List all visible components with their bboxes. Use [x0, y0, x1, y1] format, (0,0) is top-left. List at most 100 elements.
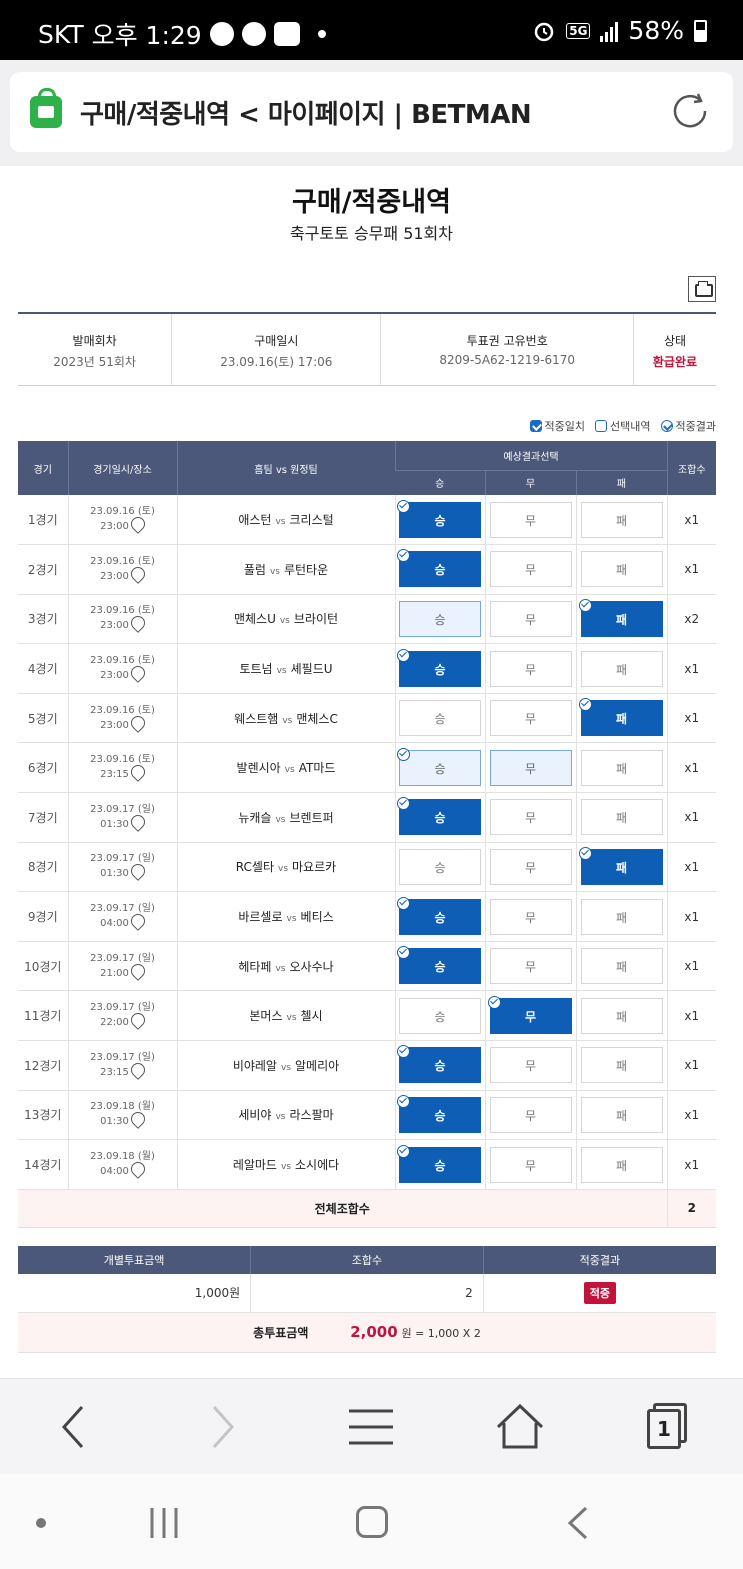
pick-label: 무 — [524, 1158, 537, 1173]
pick-button-draw[interactable]: 무 — [489, 501, 572, 538]
pick-button-draw[interactable]: 무 — [487, 995, 572, 1034]
combo-count: x1 — [666, 941, 716, 992]
recent-apps-icon[interactable] — [146, 1506, 182, 1540]
pick-button-loss[interactable]: 패 — [578, 598, 663, 637]
back-icon[interactable] — [48, 1401, 100, 1453]
away-team: 크리스털 — [289, 513, 334, 528]
pick-button-loss[interactable]: 패 — [580, 898, 663, 935]
pick-button-win[interactable]: 승 — [399, 997, 481, 1034]
combo-count: x1 — [666, 842, 716, 893]
pick-button-loss[interactable]: 패 — [580, 501, 663, 538]
check-circle-icon — [397, 747, 410, 761]
pick-button-draw[interactable]: 무 — [489, 1146, 572, 1183]
pick-button-draw[interactable]: 무 — [489, 600, 572, 637]
pick-button-win[interactable]: 승 — [399, 600, 481, 637]
game-rows: 1경기 23.09.16 (토) 23:00 애스턴 vs 크리스털 승 무 패 x1 2경기 23.… — [18, 495, 716, 1228]
pick-label: 패 — [615, 1158, 628, 1173]
pick-button-loss[interactable]: 패 — [580, 1146, 663, 1183]
print-button[interactable] — [688, 276, 716, 302]
pick-button-loss[interactable]: 패 — [580, 650, 663, 687]
pick-button-win[interactable]: 승 — [399, 700, 481, 737]
pick-button-win[interactable]: 승 — [397, 1144, 481, 1183]
pick-label: 패 — [615, 761, 628, 776]
pick-button-draw[interactable]: 무 — [489, 1047, 572, 1084]
pick-cell-draw: 무 — [484, 941, 576, 992]
forward-icon[interactable] — [196, 1401, 248, 1453]
checkbox-empty-icon — [595, 420, 608, 432]
away-team: 루턴타운 — [283, 562, 329, 577]
pick-button-loss[interactable]: 패 — [578, 846, 663, 885]
page-title-in-address-bar[interactable]: 구매/적중내역 < 마이페이지 | BETMAN — [80, 94, 532, 131]
pick-button-win[interactable]: 승 — [397, 747, 481, 786]
away-team: 알메리아 — [295, 1058, 340, 1073]
game-date: 23.09.17 (일) — [90, 1002, 155, 1014]
pick-button-draw[interactable]: 무 — [489, 799, 572, 836]
pick-button-loss[interactable]: 패 — [578, 698, 663, 737]
game-date: 23.09.17 (일) — [90, 903, 155, 915]
tabs-button[interactable]: 1 — [643, 1401, 695, 1453]
pick-button-draw[interactable]: 무 — [489, 551, 572, 588]
pick-cell-win: 승 — [394, 742, 485, 794]
pick-button-win[interactable]: 승 — [397, 549, 481, 588]
pick-button-loss[interactable]: 패 — [580, 749, 663, 786]
pick-cell-draw: 무 — [484, 990, 576, 1042]
home-icon[interactable] — [494, 1401, 546, 1453]
check-circle-icon — [397, 1045, 410, 1059]
menu-icon[interactable] — [345, 1401, 397, 1453]
info-header: 투표권 고유번호 — [380, 313, 634, 351]
vs-label: vs — [269, 566, 280, 577]
home-team: 발렌시아 — [236, 761, 281, 776]
pick-button-loss[interactable]: 패 — [580, 1047, 663, 1084]
pick-button-win[interactable]: 승 — [397, 499, 481, 538]
pick-button-win[interactable]: 승 — [397, 797, 481, 836]
home-nav-icon[interactable] — [356, 1506, 388, 1538]
pick-cell-draw: 무 — [484, 842, 576, 893]
combo-count: x1 — [666, 1040, 716, 1091]
pick-button-win[interactable]: 승 — [397, 1094, 481, 1133]
pick-button-draw[interactable]: 무 — [489, 650, 572, 687]
table-row: 9경기 23.09.17 (일) 04:00 바르셀로 vs 베티스 승 무 패 x1 — [18, 891, 716, 942]
reload-icon[interactable] — [669, 90, 711, 132]
pick-button-draw[interactable]: 무 — [489, 948, 572, 985]
pick-button-loss[interactable]: 패 — [580, 948, 663, 985]
pick-button-win[interactable]: 승 — [397, 1045, 481, 1084]
pick-label: 패 — [615, 1009, 628, 1024]
vs-label: vs — [286, 1013, 297, 1024]
network-type-label: 5G — [566, 22, 591, 39]
check-circle-icon — [397, 648, 410, 662]
pick-cell-loss: 패 — [575, 1040, 667, 1091]
pick-button-win[interactable]: 승 — [397, 896, 481, 935]
back-nav-icon[interactable] — [566, 1506, 590, 1540]
pick-label: 승 — [434, 612, 446, 627]
web-page: 구매/적중내역 축구토토 승무패 51회차 발매회차 구매일시 투표권 고유번호… — [0, 166, 743, 1378]
pick-button-loss[interactable]: 패 — [580, 551, 663, 588]
pick-button-draw[interactable]: 무 — [489, 700, 572, 737]
pick-button-loss[interactable]: 패 — [580, 799, 663, 836]
game-datetime-cell: 23.09.16 (토) 23:00 — [67, 594, 177, 645]
pick-button-draw[interactable]: 무 — [489, 898, 572, 935]
pick-button-draw[interactable]: 무 — [489, 749, 572, 786]
signal-icon — [600, 20, 619, 42]
pick-button-draw[interactable]: 무 — [489, 1096, 572, 1133]
pick-button-win[interactable]: 승 — [399, 848, 481, 885]
pick-label: 무 — [524, 662, 537, 677]
pick-button-loss[interactable]: 패 — [580, 997, 663, 1034]
table-row: 7경기 23.09.17 (일) 01:30 뉴캐슬 vs 브렌트퍼 승 무 패 x1 — [18, 792, 716, 843]
info-ticket-id-value: 8209-5A62-1219-6170 — [380, 351, 634, 385]
pick-button-loss[interactable]: 패 — [580, 1096, 663, 1133]
table-row: 8경기 23.09.17 (일) 01:30 RC셀타 vs 마요르카 승 무 패 x1 — [18, 842, 716, 893]
combo-count: x1 — [666, 495, 716, 546]
pick-label: 패 — [615, 712, 628, 727]
address-bar[interactable]: 구매/적중내역 < 마이페이지 | BETMAN — [10, 72, 733, 152]
pick-cell-loss: 패 — [575, 693, 667, 744]
pick-button-win[interactable]: 승 — [397, 946, 481, 985]
pick-cell-win: 승 — [394, 1040, 485, 1091]
pick-button-draw[interactable]: 무 — [489, 848, 572, 885]
teams-cell: 풀럼 vs 루턴타운 — [176, 544, 395, 595]
pick-label: 무 — [524, 612, 537, 627]
check-circle-icon — [660, 420, 673, 432]
pick-cell-win: 승 — [394, 495, 485, 546]
vs-label: vs — [275, 517, 286, 528]
pick-button-win[interactable]: 승 — [397, 648, 481, 687]
pick-cell-loss: 패 — [575, 891, 667, 942]
